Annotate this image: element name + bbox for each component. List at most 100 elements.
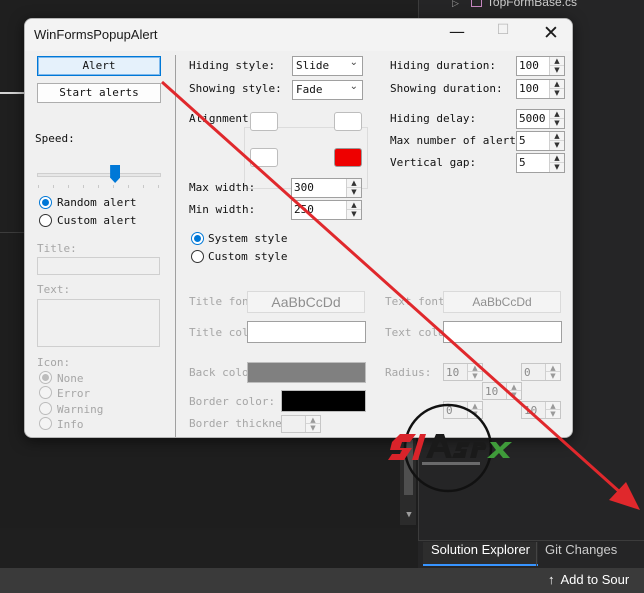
vertical-gap-spinner[interactable]: 5 ▲ ▼ [516, 153, 565, 173]
spin-down-icon[interactable]: ▼ [550, 163, 564, 172]
text-color-field[interactable] [443, 321, 562, 343]
icon-info-radio[interactable] [39, 417, 52, 430]
text-font-button[interactable]: AaBbCcDd [443, 291, 561, 313]
solution-tree-item[interactable]: ▷ TopFormBase.cs [452, 0, 577, 9]
system-style-radio[interactable] [191, 232, 204, 245]
add-to-source-control-button[interactable]: ↑ Add to Sour [548, 572, 629, 587]
radius-top-right-value: 0 [524, 366, 531, 379]
random-alert-radio[interactable] [39, 196, 52, 209]
minimize-icon[interactable]: — [434, 22, 480, 48]
speed-slider-thumb[interactable] [110, 165, 121, 183]
status-add-label: Add to Sour [560, 572, 630, 587]
max-width-value: 300 [294, 181, 314, 194]
spin-down-icon[interactable]: ▼ [550, 66, 564, 75]
spin-down-icon[interactable]: ▼ [550, 119, 564, 128]
icon-info-label: Info [57, 418, 84, 431]
start-alerts-button[interactable]: Start alerts [37, 83, 161, 103]
text-label: Text: [37, 283, 71, 296]
slider-tick [128, 185, 129, 188]
speed-slider-track[interactable] [37, 173, 161, 177]
align-top-right-button[interactable] [334, 112, 362, 131]
icon-error-radio[interactable] [39, 386, 52, 399]
radius-top-left-value: 10 [446, 366, 460, 379]
csharp-file-icon [470, 0, 482, 7]
spin-up-icon[interactable]: ▲ [306, 416, 320, 424]
icon-none-radio[interactable] [39, 371, 52, 384]
spin-down-icon[interactable]: ▼ [546, 410, 560, 418]
min-width-spinner[interactable]: 250 ▲ ▼ [291, 200, 362, 220]
spin-down-icon[interactable]: ▼ [550, 141, 564, 150]
spin-up-icon[interactable]: ▲ [550, 80, 564, 89]
icon-label: Icon: [37, 356, 71, 369]
panel-tab-strip: Solution Explorer Git Changes [418, 540, 644, 568]
radius-bottom-right-spinner[interactable]: 10 ▲ ▼ [521, 401, 561, 419]
system-style-label: System style [208, 232, 288, 245]
spin-up-icon[interactable]: ▲ [550, 110, 564, 119]
border-thickness-spinner[interactable]: ▲ ▼ [281, 415, 321, 433]
title-bar[interactable]: WinFormsPopupAlert — ☐ ✕ [25, 19, 572, 51]
slider-tick [98, 185, 99, 188]
back-color-swatch[interactable] [247, 362, 366, 383]
icon-warning-label: Warning [57, 403, 104, 416]
tab-solution-explorer[interactable]: Solution Explorer [423, 542, 538, 566]
hiding-style-select[interactable]: Slide ⌄ [292, 56, 363, 76]
slider-tick [113, 185, 114, 188]
text-input[interactable] [37, 299, 160, 347]
spin-down-icon[interactable]: ▼ [468, 372, 482, 380]
alert-button[interactable]: Alert [37, 56, 161, 76]
align-bottom-left-button[interactable] [250, 148, 278, 167]
border-color-swatch[interactable] [281, 390, 366, 412]
showing-style-value: Fade [296, 83, 323, 96]
align-top-left-button[interactable] [250, 112, 278, 131]
spin-up-icon[interactable]: ▲ [550, 154, 564, 163]
slider-tick [68, 185, 69, 188]
custom-alert-label: Custom alert [57, 214, 137, 227]
title-color-field[interactable] [247, 321, 366, 343]
custom-style-radio[interactable] [191, 250, 204, 263]
close-icon[interactable]: ✕ [528, 22, 572, 48]
spin-down-icon[interactable]: ▼ [347, 188, 361, 197]
spin-down-icon[interactable]: ▼ [507, 391, 521, 399]
spin-up-icon[interactable]: ▲ [347, 179, 361, 188]
spin-up-icon[interactable]: ▲ [347, 201, 361, 210]
showing-duration-spinner[interactable]: 100 ▲ ▼ [516, 79, 565, 99]
spin-up-icon[interactable]: ▲ [550, 57, 564, 66]
icon-warning-radio[interactable] [39, 402, 52, 415]
hiding-delay-value: 5000 [519, 112, 546, 125]
slider-tick [83, 185, 84, 188]
maximize-icon[interactable]: ☐ [480, 22, 526, 48]
spin-down-icon[interactable]: ▼ [550, 89, 564, 98]
radius-center-spinner[interactable]: 10 ▲ ▼ [482, 382, 522, 400]
alignment-label: Alignment: [189, 112, 256, 125]
spin-down-icon[interactable]: ▼ [546, 372, 560, 380]
title-font-button[interactable]: AaBbCcDd [247, 291, 365, 313]
hiding-duration-spinner[interactable]: 100 ▲ ▼ [516, 56, 565, 76]
radius-top-left-spinner[interactable]: 10 ▲ ▼ [443, 363, 483, 381]
hiding-delay-spinner[interactable]: 5000 ▲ ▼ [516, 109, 565, 129]
spin-down-icon[interactable]: ▼ [347, 210, 361, 219]
max-width-spinner[interactable]: 300 ▲ ▼ [291, 178, 362, 198]
watermark-logo [388, 403, 512, 493]
expand-chevron-icon[interactable]: ▷ [452, 0, 459, 8]
chevron-down-icon: ⌄ [349, 81, 358, 92]
spin-up-icon[interactable]: ▲ [468, 364, 482, 372]
spin-up-icon[interactable]: ▲ [546, 402, 560, 410]
spin-down-icon[interactable]: ▼ [306, 424, 320, 432]
custom-alert-radio[interactable] [39, 214, 52, 227]
hiding-duration-label: Hiding duration: [390, 59, 496, 72]
icon-none-label: None [57, 372, 84, 385]
spin-up-icon[interactable]: ▲ [550, 132, 564, 141]
spin-up-icon[interactable]: ▲ [507, 383, 521, 391]
radius-top-right-spinner[interactable]: 0 ▲ ▼ [521, 363, 561, 381]
title-input[interactable] [37, 257, 160, 275]
align-bottom-right-button[interactable] [334, 148, 362, 167]
spin-up-icon[interactable]: ▲ [546, 364, 560, 372]
slider-tick [53, 185, 54, 188]
scroll-down-icon[interactable]: ▼ [402, 510, 416, 522]
showing-duration-label: Showing duration: [390, 82, 503, 95]
showing-style-select[interactable]: Fade ⌄ [292, 80, 363, 100]
speed-label: Speed: [35, 132, 75, 145]
slider-tick [143, 185, 144, 188]
tab-git-changes[interactable]: Git Changes [536, 542, 625, 566]
max-alerts-spinner[interactable]: 5 ▲ ▼ [516, 131, 565, 151]
